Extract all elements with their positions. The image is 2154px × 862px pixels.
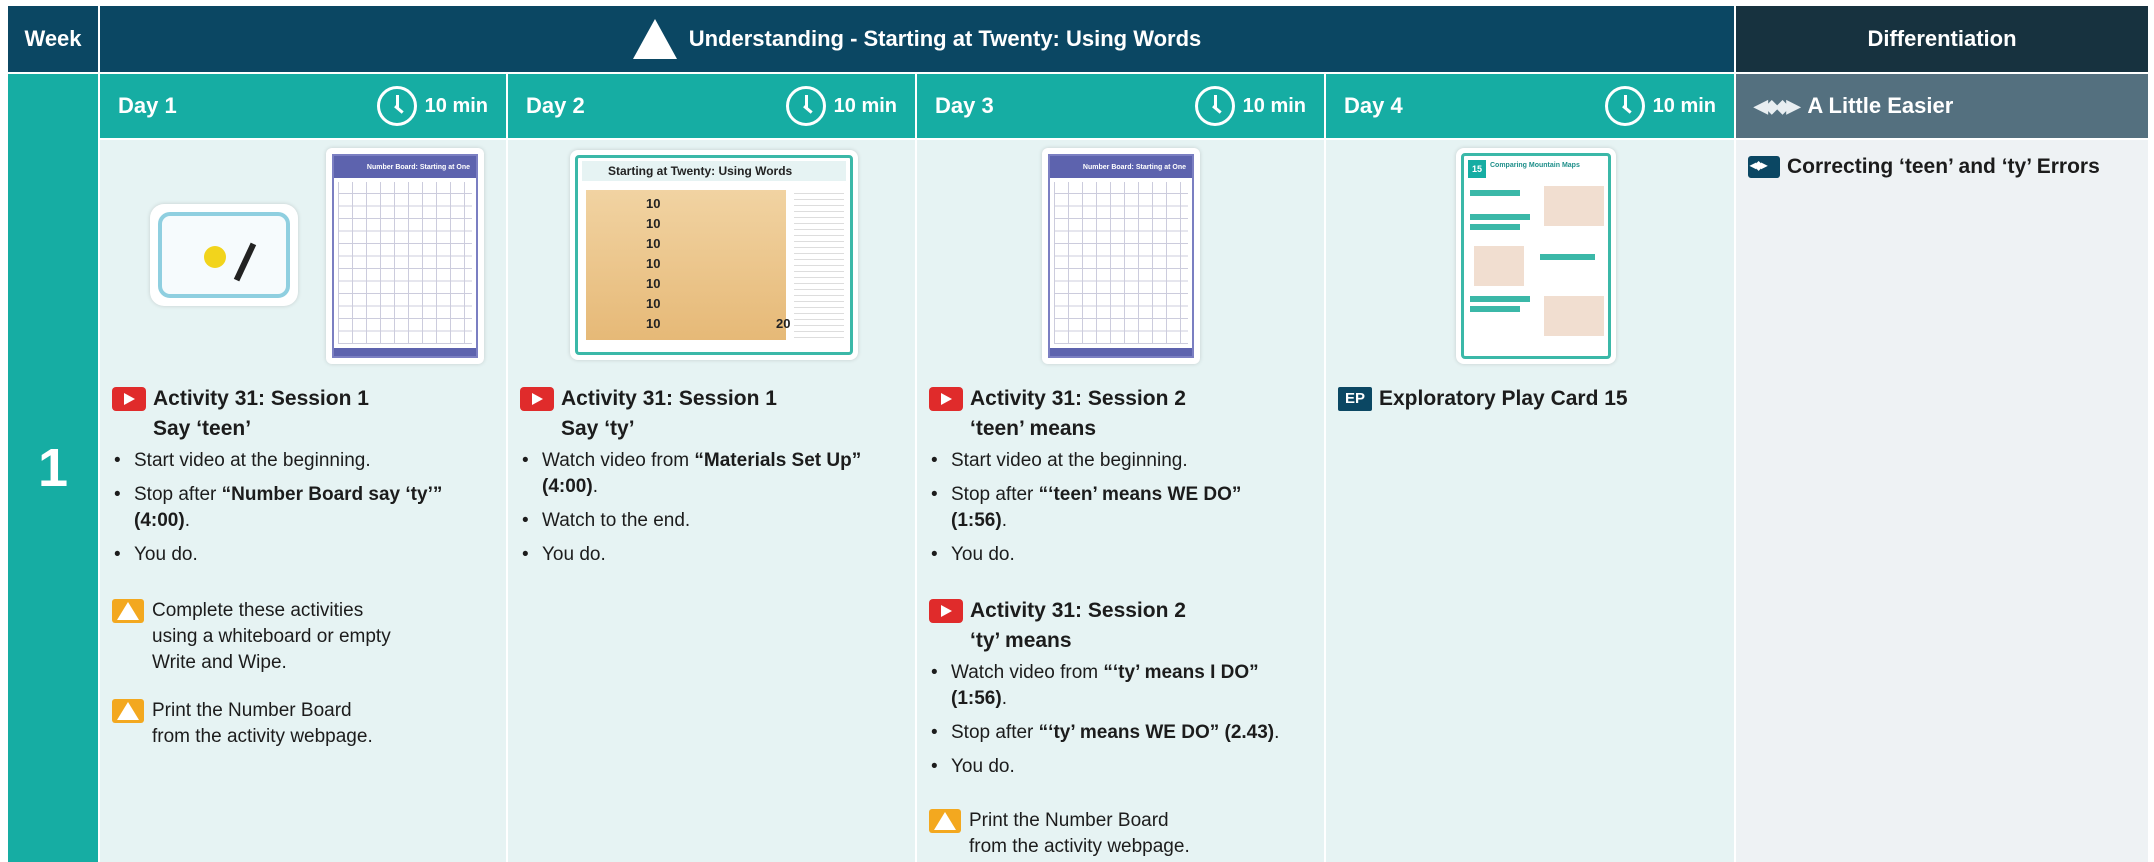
day1-time: 10 min	[424, 94, 488, 117]
clock-icon	[1194, 86, 1235, 126]
day3-body: Number Board: Starting at One Activity 3…	[917, 140, 1324, 862]
day4-header: Day 4 10 min	[1326, 74, 1734, 138]
clock-icon	[376, 86, 417, 126]
day2-label: Day 2	[526, 93, 585, 118]
pyramid-icon	[632, 19, 677, 59]
day1-label: Day 1	[118, 93, 177, 118]
planner-table: Week Understanding - Starting at Twenty:…	[8, 6, 2148, 862]
differentiation-body: Correcting ‘teen’ and ‘ty’ Errors	[1736, 140, 2148, 862]
video-play-icon[interactable]	[112, 387, 146, 411]
day2-activity[interactable]: Activity 31: Session 1 Say ‘ty’	[520, 384, 777, 444]
day1-header: Day 1 10 min	[100, 74, 506, 138]
day3-activity-teen[interactable]: Activity 31: Session 2 ‘teen’ means	[929, 384, 1186, 444]
smiley-icon	[204, 246, 226, 268]
activity-card-image: 31 Starting at Twenty: Using Words 10 10…	[570, 150, 858, 360]
ep-badge: EP	[1338, 387, 1372, 411]
differentiation-item[interactable]: Correcting ‘teen’ and ‘ty’ Errors	[1748, 155, 2100, 179]
day2-header: Day 2 10 min	[508, 74, 915, 138]
day2-time: 10 min	[833, 94, 897, 117]
day3-steps-ty: Watch video from “‘ty’ means I DO”(1:56)…	[929, 660, 1321, 788]
marker-icon	[233, 242, 257, 282]
day3-label: Day 3	[935, 93, 994, 118]
little-easier-label: A Little Easier	[1807, 93, 1954, 118]
day1-activity[interactable]: Activity 31: Session 1 Say ‘teen’	[112, 384, 369, 444]
list-item: Start video at the beginning.	[929, 448, 1317, 474]
clock-icon	[785, 86, 826, 126]
exploratory-play-card-image: 15 Comparing Mountain Maps	[1456, 148, 1616, 364]
day2-steps: Watch video from “Materials Set Up”(4:00…	[520, 448, 905, 576]
video-play-icon[interactable]	[929, 387, 963, 411]
list-item: You do.	[112, 542, 492, 568]
day4-body: 15 Comparing Mountain Maps EP Explorator…	[1326, 140, 1734, 862]
list-item: You do.	[929, 754, 1321, 780]
list-item: You do.	[929, 542, 1317, 568]
day4-activity[interactable]: EP Exploratory Play Card 15	[1338, 384, 1628, 414]
day3-header: Day 3 10 min	[917, 74, 1324, 138]
differentiation-subheader: ◀◆◆▶ A Little Easier	[1736, 74, 2148, 138]
video-play-icon[interactable]	[520, 387, 554, 411]
list-item: Stop after “‘ty’ means WE DO” (2.43).	[929, 720, 1321, 746]
unit-title-header: Understanding - Starting at Twenty: Usin…	[100, 6, 1734, 72]
day2-body: 31 Starting at Twenty: Using Words 10 10…	[508, 140, 915, 862]
differentiation-icon	[1748, 156, 1780, 178]
warning-icon	[112, 599, 144, 627]
list-item: Start video at the beginning.	[112, 448, 492, 474]
list-item: Stop after “‘teen’ means WE DO”(1:56).	[929, 482, 1317, 534]
warning-icon	[112, 699, 144, 727]
list-item: Stop after “Number Board say ‘ty’”(4:00)…	[112, 482, 492, 534]
list-item: Watch video from “‘ty’ means I DO”(1:56)…	[929, 660, 1321, 712]
day3-steps-teen: Start video at the beginning. Stop after…	[929, 448, 1317, 576]
list-item: You do.	[520, 542, 905, 568]
week-number: 1	[8, 74, 98, 862]
video-play-icon[interactable]	[929, 599, 963, 623]
list-item: Watch to the end.	[520, 508, 905, 534]
number-board-image: Number Board: Starting at One	[1042, 148, 1200, 364]
clock-icon	[1604, 86, 1645, 126]
day1-body: Number Board: Starting at One Activity 3…	[100, 140, 506, 862]
number-board-image: Number Board: Starting at One	[326, 148, 484, 364]
day1-note-print: Print the Number Boardfrom the activity …	[112, 698, 373, 750]
day3-note-print: Print the Number Boardfrom the activity …	[929, 808, 1190, 860]
warning-icon	[929, 809, 961, 837]
list-item: Watch video from “Materials Set Up”(4:00…	[520, 448, 905, 500]
day1-note-whiteboard: Complete these activitiesusing a whitebo…	[112, 598, 391, 676]
week-header: Week	[8, 6, 98, 72]
day4-time: 10 min	[1652, 94, 1716, 117]
day1-steps: Start video at the beginning. Stop after…	[112, 448, 492, 576]
differentiation-header: Differentiation	[1736, 6, 2148, 72]
day4-label: Day 4	[1344, 93, 1403, 118]
whiteboard-image	[150, 204, 298, 306]
day3-activity-ty[interactable]: Activity 31: Session 2 ‘ty’ means	[929, 596, 1186, 656]
day3-time: 10 min	[1242, 94, 1306, 117]
differentiation-arrows-icon: ◀◆◆▶	[1754, 95, 1800, 116]
unit-title: Understanding - Starting at Twenty: Usin…	[688, 26, 1202, 51]
